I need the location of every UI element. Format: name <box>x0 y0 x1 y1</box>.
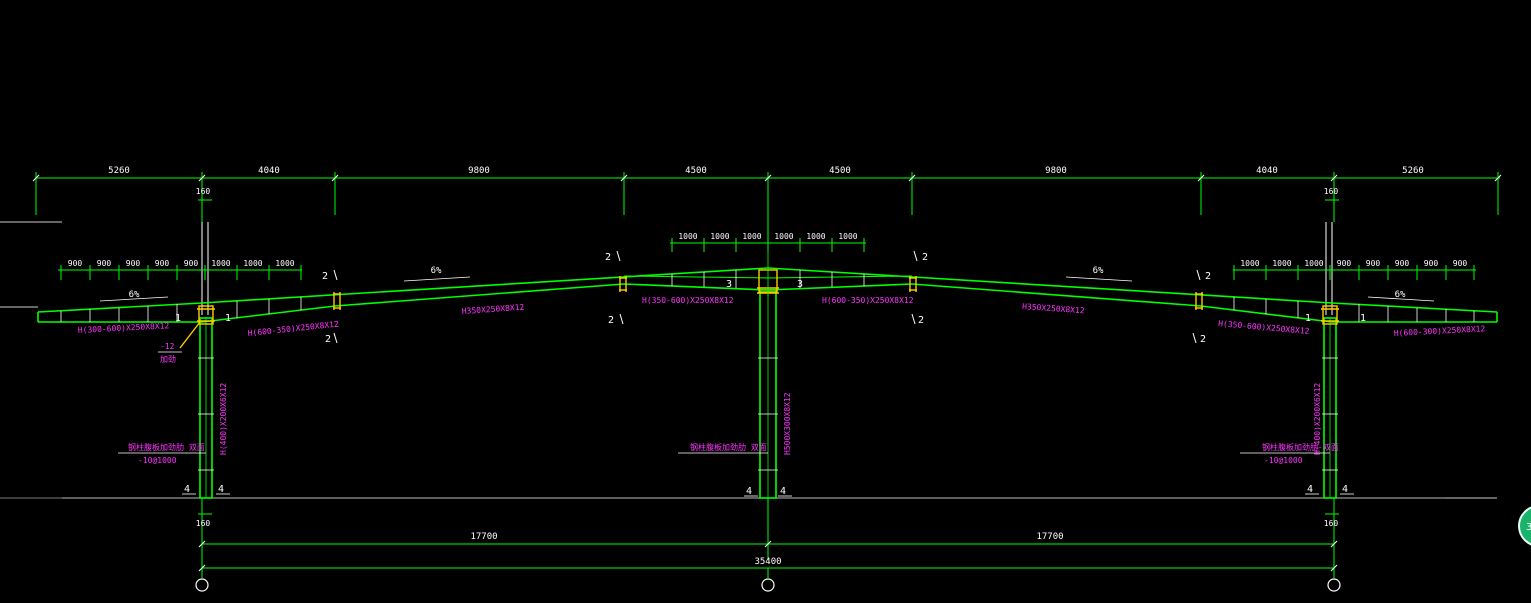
mark-3a: 3 <box>726 279 732 290</box>
grid-bubble-right <box>1327 578 1341 592</box>
ridge-1000-4: 1000 <box>774 232 793 241</box>
right-1000-2: 1000 <box>1272 259 1291 268</box>
left-1000-dims: 1000 1000 1000 <box>205 259 302 280</box>
section-marks: 1 1 1 1 2 2 2 2 2 2 2 2 3 3 <box>175 250 1366 345</box>
label-right-rafter-taper: H(350-600)X250X8X12 <box>1218 319 1310 336</box>
mark-1b: 1 <box>225 313 231 324</box>
left-900-3: 900 <box>126 259 141 268</box>
dim-right-span: 17700 <box>1036 532 1063 542</box>
label-left-column: H(400)X200X6X12 <box>219 383 228 455</box>
right-900-2: 900 <box>1366 259 1381 268</box>
label-right-rafter-mid: H350X250X8X12 <box>1022 302 1085 315</box>
top-dim-6: 9800 <box>1045 166 1067 176</box>
note-left-column-2: -10@1000 <box>138 456 177 465</box>
right-top-offset: 160 <box>1324 187 1339 196</box>
slope-label-4: 6% <box>1395 290 1406 300</box>
left-900-1: 900 <box>68 259 83 268</box>
note-left-column-1: 钢柱腹板加劲肋 双面 <box>128 442 205 452</box>
dim-total-span: 35400 <box>754 557 781 567</box>
left-1000-2: 1000 <box>243 259 262 268</box>
ridge-1000-1: 1000 <box>678 232 697 241</box>
left-top-offset: 160 <box>196 187 211 196</box>
mark-3b: 3 <box>797 279 803 290</box>
label-right-cantilever: H(600-300)X250X8X12 <box>1394 324 1486 338</box>
top-dim-7: 4040 <box>1256 166 1278 176</box>
mark-2e: 2 <box>922 252 928 263</box>
mark-1d: 1 <box>1360 313 1366 324</box>
slope-label-2: 6% <box>431 266 442 276</box>
right-900-dims: 900 900 900 900 900 <box>1330 259 1476 280</box>
note-right-column-1: 钢柱腹板加劲肋 双面 <box>1262 442 1339 452</box>
note-stiffener-word: 加劲 <box>160 354 176 364</box>
mark-2a: 2 <box>322 271 328 282</box>
mark-2b: 2 <box>325 334 331 345</box>
slope-label-1: 6% <box>129 290 140 300</box>
base-mark-r2: 4 <box>1342 484 1348 495</box>
right-1000-dims: 1000 1000 1000 <box>1233 259 1331 280</box>
ridge-1000-5: 1000 <box>806 232 825 241</box>
mark-2d: 2 <box>608 315 614 326</box>
base-mark-r1: 4 <box>1307 484 1313 495</box>
note-center-column-1: 钢柱腹板加劲肋 双面 <box>690 442 767 452</box>
grid-bubble-left <box>195 578 209 592</box>
stiffener-notes: -12 加劲 钢柱腹板加劲肋 双面 -10@1000 钢柱腹板加劲肋 双面 钢柱… <box>118 342 1339 465</box>
label-left-rafter-ridge: H(350-600)X250X8X12 <box>642 296 734 305</box>
left-bottom-offset: 160 <box>196 519 211 528</box>
dim-left-span: 17700 <box>470 532 497 542</box>
base-mark-l1: 4 <box>184 484 190 495</box>
columns <box>198 289 1338 499</box>
top-dim-4: 4500 <box>685 166 707 176</box>
right-bottom-offset: 160 <box>1324 519 1339 528</box>
mark-1a: 1 <box>175 313 181 324</box>
mark-2c: 2 <box>605 252 611 263</box>
label-center-column: H500X300X8X12 <box>783 392 792 455</box>
left-900-2: 900 <box>97 259 112 268</box>
right-900-5: 900 <box>1453 259 1468 268</box>
ridge-1000-3: 1000 <box>742 232 761 241</box>
left-1000-1: 1000 <box>211 259 230 268</box>
mark-2g: 2 <box>1205 271 1211 282</box>
top-dim-3: 9800 <box>468 166 490 176</box>
top-dim-8: 5260 <box>1402 166 1424 176</box>
left-900-5: 900 <box>184 259 199 268</box>
label-left-rafter-mid: H350X250X8X12 <box>462 303 525 316</box>
left-1000-3: 1000 <box>275 259 294 268</box>
mark-2h: 2 <box>1200 334 1206 345</box>
top-dim-1: 5260 <box>108 166 130 176</box>
right-900-1: 900 <box>1337 259 1352 268</box>
base-mark-l2: 4 <box>218 484 224 495</box>
slope-label-3: 6% <box>1093 266 1104 276</box>
right-900-3: 900 <box>1395 259 1410 268</box>
member-labels: H(300-600)X250X8X12 H(600-350)X250X8X12 … <box>78 296 1486 455</box>
mark-2f: 2 <box>918 315 924 326</box>
left-900-dims: 900 900 900 900 900 <box>58 259 206 280</box>
top-dim-2: 4040 <box>258 166 280 176</box>
ridge-1000-6: 1000 <box>838 232 857 241</box>
mark-1c: 1 <box>1305 313 1311 324</box>
top-dim-5: 4500 <box>829 166 851 176</box>
note-stiffener-thickness: -12 <box>160 342 175 351</box>
note-right-column-2: -10@1000 <box>1264 456 1303 465</box>
right-1000-3: 1000 <box>1304 259 1323 268</box>
base-mark-c2: 4 <box>780 486 786 497</box>
ridge-1000-2: 1000 <box>710 232 729 241</box>
column-top-offsets: 160 160 <box>196 187 1339 315</box>
top-dimension-chain: 5260 4040 9800 4500 4500 9800 4040 5260 <box>32 166 1502 240</box>
left-900-4: 900 <box>155 259 170 268</box>
cad-drawing-canvas[interactable]: 5260 4040 9800 4500 4500 9800 4040 5260 … <box>0 0 1531 603</box>
right-900-4: 900 <box>1424 259 1439 268</box>
label-right-rafter-ridge: H(600-350)X250X8X12 <box>822 296 914 305</box>
grid-bubble-center <box>761 578 775 592</box>
base-mark-c1: 4 <box>746 486 752 497</box>
right-1000-1: 1000 <box>1240 259 1259 268</box>
bottom-dimensions: 160 160 17700 17700 35400 <box>195 498 1341 592</box>
rafter-frame <box>37 267 1498 323</box>
label-left-cantilever: H(300-600)X250X8X12 <box>78 321 170 335</box>
